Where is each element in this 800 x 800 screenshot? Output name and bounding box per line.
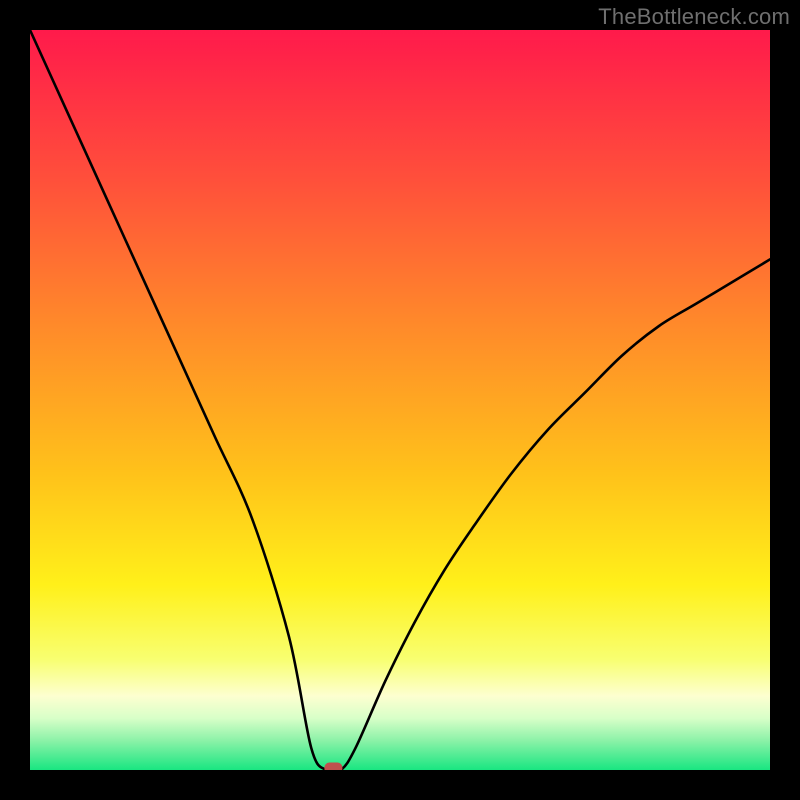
chart-svg — [30, 30, 770, 770]
gradient-background — [30, 30, 770, 770]
optimum-marker-icon — [324, 763, 342, 771]
chart-frame: TheBottleneck.com — [0, 0, 800, 800]
watermark-text: TheBottleneck.com — [598, 4, 790, 30]
plot-area — [30, 30, 770, 770]
